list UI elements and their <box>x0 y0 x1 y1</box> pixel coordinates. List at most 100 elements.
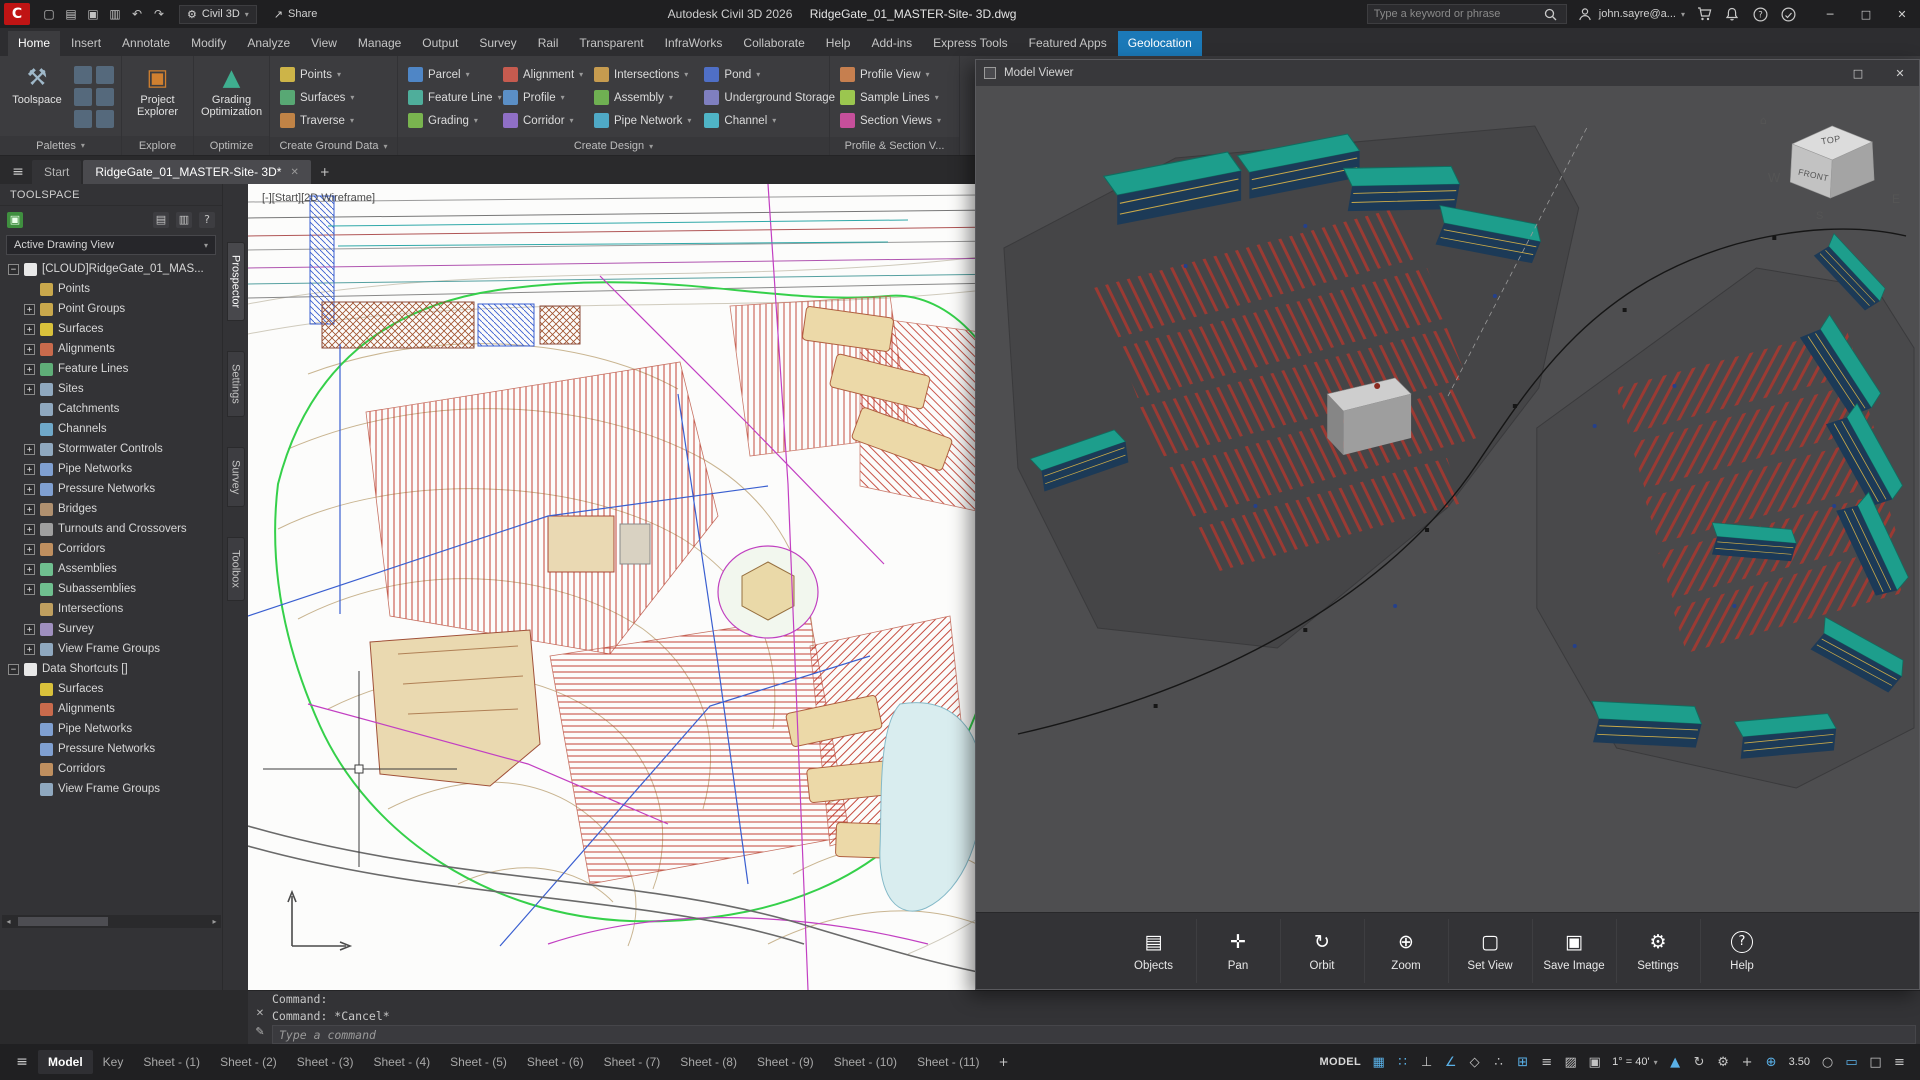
hamburger-icon[interactable]: ≡ <box>8 1050 36 1074</box>
tree-item[interactable]: + Survey <box>0 619 222 639</box>
viewcube-west-label[interactable]: W <box>1768 170 1780 185</box>
share-button[interactable]: ↗ Share <box>274 8 318 21</box>
annotation-scale-widget[interactable]: 1° = 40' ▾ <box>1612 1056 1657 1068</box>
settings-button[interactable]: ⚙ Settings <box>1616 919 1700 983</box>
tab-survey-ribbon[interactable]: Survey <box>469 31 526 56</box>
tab-settings[interactable]: Settings <box>227 351 245 417</box>
osnap-tracking-icon[interactable]: ∴ <box>1490 1055 1507 1070</box>
help-icon[interactable]: ? <box>1751 5 1769 23</box>
tab-model[interactable]: Model <box>38 1050 93 1074</box>
tree-expander-icon[interactable]: + <box>24 564 35 575</box>
tree-expander-icon[interactable] <box>24 784 35 795</box>
toolspace-hscrollbar[interactable]: ◂ ▸ <box>2 915 221 928</box>
layout-tab[interactable]: Sheet - (10) <box>824 1050 907 1074</box>
tab-featured-apps[interactable]: Featured Apps <box>1019 31 1117 56</box>
corridor-button[interactable]: Corridor ▾ <box>500 109 584 132</box>
tree-item[interactable]: − Data Shortcuts [] <box>0 659 222 679</box>
maximize-button[interactable]: □ <box>1841 61 1875 85</box>
tab-infraworks[interactable]: InfraWorks <box>655 31 733 56</box>
save-icon[interactable]: ▣ <box>82 7 104 21</box>
hamburger-icon[interactable]: ≡ <box>4 160 32 184</box>
tree-expander-icon[interactable] <box>24 424 35 435</box>
command-input[interactable]: Type a command <box>272 1025 1916 1044</box>
model-space-toggle[interactable]: MODEL <box>1319 1056 1361 1068</box>
panel-label-palettes[interactable]: Palettes▾ <box>0 136 121 155</box>
tree-item[interactable]: + Surfaces <box>0 319 222 339</box>
lineweight-icon[interactable]: ≡ <box>1538 1055 1555 1070</box>
underground-storage-button[interactable]: Underground Storage ▾ <box>701 86 839 109</box>
tab-key[interactable]: Key <box>93 1050 134 1074</box>
tree-item[interactable]: + Point Groups <box>0 299 222 319</box>
polar-tracking-icon[interactable]: ∠ <box>1442 1055 1459 1070</box>
isolate-objects-icon[interactable]: ○ <box>1819 1055 1836 1070</box>
tab-help[interactable]: Help <box>816 31 861 56</box>
layout-tab[interactable]: Sheet - (3) <box>287 1050 364 1074</box>
geolocation-status-icon[interactable]: ⊕ <box>1763 1055 1780 1070</box>
tree-item[interactable]: + Sites <box>0 379 222 399</box>
transparency-icon[interactable]: ▨ <box>1562 1055 1579 1070</box>
alignment-button[interactable]: Alignment ▾ <box>500 63 584 86</box>
search-box[interactable] <box>1367 4 1567 24</box>
osnap-icon[interactable]: ⊞ <box>1514 1055 1531 1070</box>
tree-item[interactable]: + View Frame Groups <box>0 639 222 659</box>
help-button[interactable]: ? Help <box>1700 919 1784 983</box>
graphics-performance-icon[interactable]: ▭ <box>1843 1055 1860 1070</box>
zoom-button[interactable]: ⊕ Zoom <box>1364 919 1448 983</box>
view-selector-dropdown[interactable]: Active Drawing View ▾ <box>6 235 216 255</box>
tree-expander-icon[interactable] <box>24 764 35 775</box>
intersections-button[interactable]: Intersections ▾ <box>591 63 694 86</box>
tree-expander-icon[interactable]: + <box>24 544 35 555</box>
layout-tab[interactable]: Sheet - (6) <box>517 1050 594 1074</box>
scroll-left-icon[interactable]: ◂ <box>2 917 15 926</box>
layer-palette-icon[interactable] <box>74 110 92 128</box>
tree-item[interactable]: Alignments <box>0 699 222 719</box>
tree-item[interactable]: View Frame Groups <box>0 779 222 799</box>
search-input[interactable] <box>1374 8 1536 20</box>
close-button[interactable]: ✕ <box>1884 0 1920 28</box>
account-button[interactable]: john.sayre@a... ▾ <box>1576 5 1685 23</box>
tab-collaborate[interactable]: Collaborate <box>733 31 814 56</box>
layout-tab[interactable]: Sheet - (9) <box>747 1050 824 1074</box>
tab-view[interactable]: View <box>301 31 347 56</box>
save-image-button[interactable]: ▣ Save Image <box>1532 919 1616 983</box>
autoscale-icon[interactable]: ↻ <box>1691 1055 1708 1070</box>
grading-optimization-button[interactable]: ▲ Grading Optimization <box>201 60 262 134</box>
tree-item[interactable]: Corridors <box>0 759 222 779</box>
tree-item[interactable]: + Corridors <box>0 539 222 559</box>
notifications-icon[interactable] <box>1723 5 1741 23</box>
toolspace-button[interactable]: ⚒ Toolspace <box>7 60 67 134</box>
tree-expander-icon[interactable]: + <box>24 504 35 515</box>
tree-item[interactable]: + Subassemblies <box>0 579 222 599</box>
tree-item[interactable]: + Stormwater Controls <box>0 439 222 459</box>
tree-expander-icon[interactable]: + <box>24 524 35 535</box>
tab-manage[interactable]: Manage <box>348 31 411 56</box>
model-3d[interactable] <box>976 86 1919 914</box>
new-layout-button[interactable]: + <box>992 1050 1016 1074</box>
customize-icon[interactable]: ✎ <box>248 1025 272 1045</box>
minimize-button[interactable]: ─ <box>1812 0 1848 28</box>
tab-annotate[interactable]: Annotate <box>112 31 180 56</box>
clean-screen-icon[interactable]: □ <box>1867 1055 1884 1070</box>
undo-icon[interactable]: ↶ <box>126 7 148 21</box>
layout-tab[interactable]: Sheet - (4) <box>363 1050 440 1074</box>
tab-express-tools[interactable]: Express Tools <box>923 31 1017 56</box>
workspace-switch-icon[interactable]: ⚙ <box>1715 1055 1732 1070</box>
panel-label-ground[interactable]: Create Ground Data▾ <box>270 137 397 155</box>
layout-tab[interactable]: Sheet - (8) <box>670 1050 747 1074</box>
tab-geolocation[interactable]: Geolocation <box>1118 31 1202 56</box>
tree-item[interactable]: + Turnouts and Crossovers <box>0 519 222 539</box>
assembly-button[interactable]: Assembly ▾ <box>591 86 694 109</box>
customization-icon[interactable]: ≡ <box>1891 1055 1908 1070</box>
tree-item[interactable]: Surfaces <box>0 679 222 699</box>
tab-drawing[interactable]: RidgeGate_01_MASTER-Site- 3D* ✕ <box>83 160 310 184</box>
panel-label-optimize[interactable]: Optimize <box>194 136 269 155</box>
tree-item[interactable]: + Feature Lines <box>0 359 222 379</box>
tree-expander-icon[interactable]: + <box>24 644 35 655</box>
preview-toggle-icon[interactable]: ▥ <box>176 212 192 228</box>
tree-item[interactable]: + Pipe Networks <box>0 459 222 479</box>
channel-button[interactable]: Channel ▾ <box>701 109 839 132</box>
active-drawing-icon[interactable]: ▣ <box>7 212 23 228</box>
tab-output[interactable]: Output <box>412 31 468 56</box>
tab-modify[interactable]: Modify <box>181 31 236 56</box>
workspace-selector[interactable]: ⚙ Civil 3D ▾ <box>179 5 257 24</box>
